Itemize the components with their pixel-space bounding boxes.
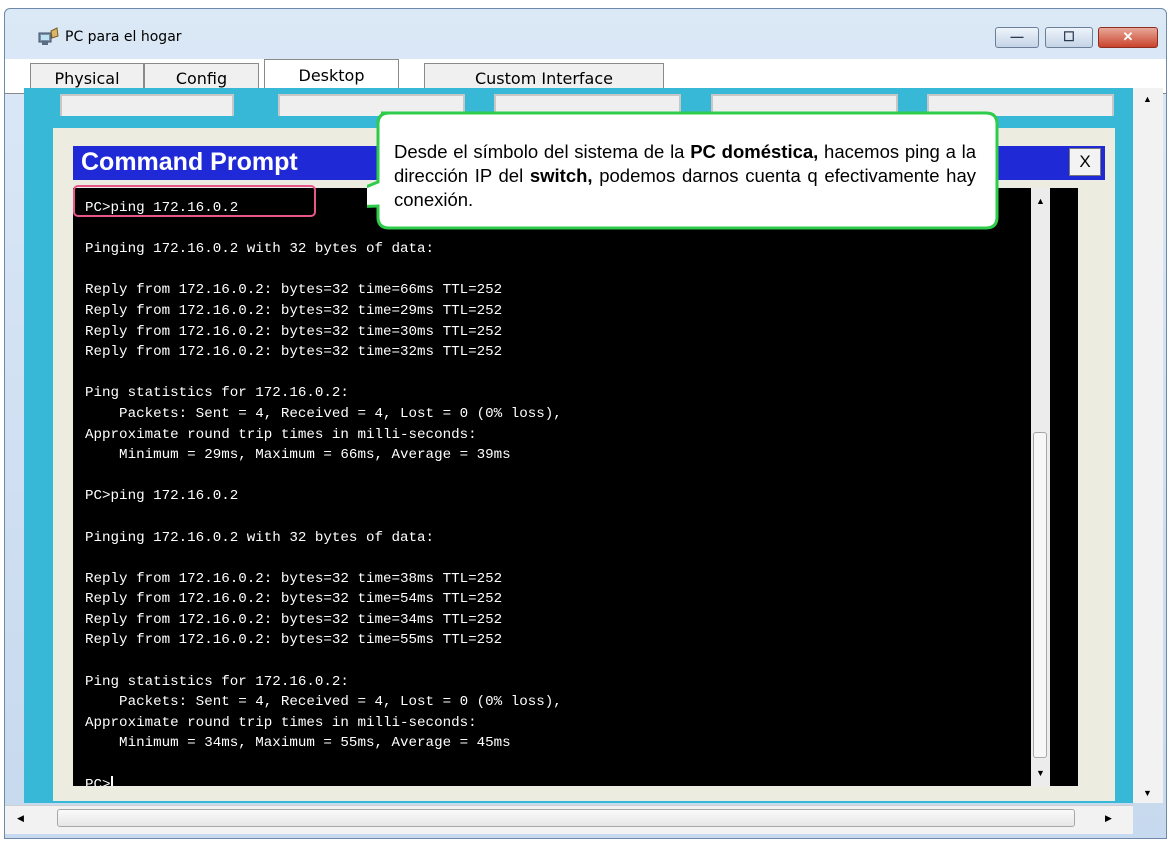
console-line: PC>: [85, 776, 111, 786]
scroll-left-icon[interactable]: ◀: [17, 813, 24, 824]
desktop-shortcut-icon[interactable]: [60, 94, 234, 116]
console-line: Reply from 172.16.0.2: bytes=32 time=32m…: [85, 344, 503, 361]
callout-emphasis: PC doméstica,: [690, 141, 819, 162]
console-output[interactable]: PC>ping 172.16.0.2 Pinging 172.16.0.2 wi…: [73, 188, 1078, 786]
command-highlight-box: [73, 185, 316, 217]
close-prompt-button[interactable]: X: [1069, 148, 1101, 176]
text-cursor: [110, 775, 113, 786]
minimize-icon: —: [1010, 29, 1024, 44]
maximize-button[interactable]: ☐: [1045, 27, 1093, 48]
scroll-right-icon[interactable]: ▶: [1105, 813, 1112, 824]
console-line: Reply from 172.16.0.2: bytes=32 time=38m…: [85, 570, 503, 587]
console-line: Minimum = 34ms, Maximum = 55ms, Average …: [85, 735, 511, 752]
console-line: Reply from 172.16.0.2: bytes=32 time=29m…: [85, 302, 503, 319]
console-line: Reply from 172.16.0.2: bytes=32 time=34m…: [85, 611, 503, 628]
console-line: Reply from 172.16.0.2: bytes=32 time=55m…: [85, 632, 503, 649]
console-line: Packets: Sent = 4, Received = 4, Lost = …: [85, 694, 562, 711]
scroll-up-icon[interactable]: ▲: [1143, 94, 1152, 104]
callout-emphasis: switch,: [529, 165, 593, 186]
horizontal-scroll-thumb[interactable]: [57, 809, 1075, 827]
callout-segment: Desde el símbolo del sistema de la: [394, 141, 691, 162]
callout-text: Desde el símbolo del sistema de la PC do…: [394, 140, 976, 212]
console-line: Packets: Sent = 4, Received = 4, Lost = …: [85, 405, 562, 422]
scroll-down-icon[interactable]: ▼: [1143, 788, 1152, 798]
close-icon: ✕: [1122, 29, 1134, 44]
title-bar[interactable]: PC para el hogar — ☐ ✕: [5, 9, 1166, 61]
console-line: Reply from 172.16.0.2: bytes=32 time=30m…: [85, 323, 503, 340]
console-scrollbar[interactable]: ▲ ▼: [1031, 188, 1050, 786]
console-line: Pinging 172.16.0.2 with 32 bytes of data…: [85, 529, 435, 546]
console-line: Ping statistics for 172.16.0.2:: [85, 673, 349, 690]
scroll-down-icon[interactable]: ▼: [1036, 768, 1045, 778]
console-line: PC>ping 172.16.0.2: [85, 488, 239, 505]
console-line: Reply from 172.16.0.2: bytes=32 time=54m…: [85, 591, 503, 608]
console-line: Pinging 172.16.0.2 with 32 bytes of data…: [85, 241, 435, 258]
console-scroll-thumb[interactable]: [1033, 432, 1047, 758]
window-horizontal-scrollbar[interactable]: ◀ ▶: [5, 805, 1133, 834]
console-line: Ping statistics for 172.16.0.2:: [85, 385, 349, 402]
window-title: PC para el hogar: [65, 29, 182, 45]
console-line: Approximate round trip times in milli-se…: [85, 426, 477, 443]
minimize-button[interactable]: —: [995, 27, 1039, 48]
console-line: Minimum = 29ms, Maximum = 66ms, Average …: [85, 447, 511, 464]
console-text: PC>ping 172.16.0.2 Pinging 172.16.0.2 wi…: [85, 198, 562, 786]
scroll-up-icon[interactable]: ▲: [1036, 196, 1045, 206]
console-line: Approximate round trip times in milli-se…: [85, 714, 477, 731]
window-vertical-scrollbar[interactable]: ▲ ▼: [1133, 88, 1163, 803]
pc-app-icon: [38, 27, 59, 45]
console-line: Reply from 172.16.0.2: bytes=32 time=66m…: [85, 282, 503, 299]
close-window-button[interactable]: ✕: [1098, 27, 1158, 48]
command-prompt-title: Command Prompt: [81, 148, 298, 176]
maximize-icon: ☐: [1063, 29, 1075, 44]
